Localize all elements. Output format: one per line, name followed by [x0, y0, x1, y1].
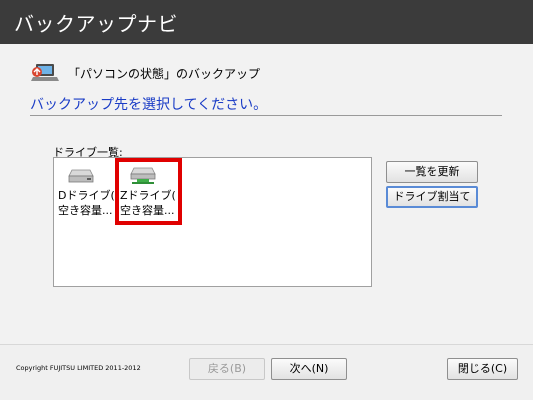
refresh-list-button[interactable]: 一覧を更新 — [386, 161, 478, 183]
drive-item-free-space: 空き容量... — [58, 204, 113, 217]
assign-drive-button[interactable]: ドライブ割当て — [386, 186, 478, 208]
back-button[interactable]: 戻る(B) — [189, 358, 265, 380]
instruction-text: バックアップ先を選択してください。 — [30, 97, 268, 113]
hard-drive-icon — [68, 166, 94, 184]
close-button[interactable]: 閉じる(C) — [447, 358, 518, 380]
divider — [30, 115, 502, 116]
next-button[interactable]: 次へ(N) — [271, 358, 347, 380]
title-bar: バックアップナビ — [0, 0, 533, 44]
footer-divider — [0, 344, 533, 345]
selection-highlight — [115, 158, 182, 225]
copyright-text: Copyright FUJITSU LIMITED 2011-2012 — [16, 364, 141, 372]
backup-heading: 「パソコンの状態」のバックアップ — [68, 67, 261, 81]
drive-item-label: Dドライブ( — [58, 189, 115, 202]
drive-list[interactable]: Dドライブ( 空き容量... Zドライブ( 空き容量... — [53, 157, 372, 287]
drive-item-d[interactable]: Dドライブ( 空き容量... — [56, 164, 116, 220]
window-title: バックアップナビ — [14, 12, 178, 36]
laptop-backup-icon — [30, 62, 60, 84]
